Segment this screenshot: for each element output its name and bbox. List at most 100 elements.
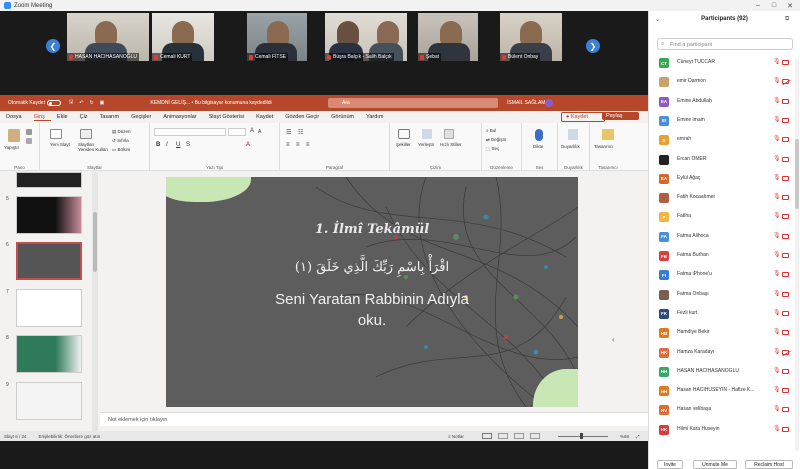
avatar[interactable] xyxy=(545,99,553,107)
underline-icon[interactable]: U xyxy=(176,142,180,148)
reclaim-host-button[interactable]: Reclaim Host xyxy=(745,460,793,469)
slide-thumbnail[interactable] xyxy=(16,289,82,327)
menu-slideshow[interactable]: Slayt Gösterisi xyxy=(209,114,250,120)
participant-row[interactable]: EA Eylül Ağaç 🎙︎ xyxy=(649,169,800,188)
autosave-toggle[interactable] xyxy=(46,100,61,106)
reuse-slides-icon[interactable] xyxy=(80,129,92,139)
slide-thumbnail[interactable] xyxy=(16,335,82,373)
select-button[interactable]: ⬚ Seç xyxy=(486,146,499,152)
participant-row[interactable]: Fatma Onbaşı 🎙︎ xyxy=(649,285,800,304)
menu-draw[interactable]: Çiz xyxy=(80,114,94,120)
align-center-icon[interactable]: ≡ xyxy=(296,142,300,148)
fit-slide-icon[interactable]: ⤢ xyxy=(636,434,640,439)
participant-row[interactable]: emir Darmon 🎙︎ xyxy=(649,72,800,91)
find-participant-input[interactable]: ⌕ Find a participant xyxy=(657,38,793,50)
minimize-icon[interactable]: – xyxy=(752,0,764,11)
participant-row[interactable]: HH Hasan HACIHÜSEYİN - Hafize K... 🎙︎ xyxy=(649,381,800,400)
section-button[interactable]: ▭ Bölüm xyxy=(112,147,130,153)
bullets-icon[interactable]: ☰ xyxy=(286,129,291,136)
prev-page-button[interactable]: ❮ xyxy=(46,39,60,53)
participant-row[interactable]: EA Emine Abdullah 🎙︎ xyxy=(649,92,800,111)
zoom-slider[interactable] xyxy=(558,435,608,437)
menu-file[interactable]: Dosya xyxy=(6,114,28,120)
align-left-icon[interactable]: ≡ xyxy=(286,142,290,148)
sensitivity-icon[interactable] xyxy=(568,129,578,140)
menu-review[interactable]: Gözden Geçir xyxy=(285,114,325,120)
quick-styles-icon[interactable] xyxy=(444,129,454,139)
video-tile[interactable]: Bülent Onbay xyxy=(500,13,562,61)
arrange-icon[interactable] xyxy=(422,129,432,139)
thumbnails-scrollbar[interactable] xyxy=(92,172,98,432)
participant-row[interactable]: FK Fezli kurt 🎙︎ xyxy=(649,304,800,323)
menu-record[interactable]: Kaydet xyxy=(256,114,279,120)
collapse-arrow-icon[interactable]: ‹ xyxy=(612,335,615,344)
slideshow-view-icon[interactable] xyxy=(530,433,540,439)
accessibility-status[interactable]: Erişilebilirlik: Önerilere göz atın xyxy=(39,434,101,439)
present-icon[interactable]: ▣ xyxy=(100,100,105,106)
shadow-icon[interactable]: S xyxy=(186,142,190,148)
participant-row[interactable]: Fatih Kocaahmet 🎙︎ xyxy=(649,188,800,207)
close-icon[interactable]: ✕ xyxy=(784,0,796,11)
layout-button[interactable]: ▤ Düzen xyxy=(112,129,131,135)
participant-row[interactable]: Eemrah 🎙︎ xyxy=(649,130,800,149)
bold-icon[interactable]: B xyxy=(156,142,160,148)
reset-button[interactable]: ↺ Sıfırla xyxy=(112,138,129,144)
participant-row[interactable]: HB Hamdiye Bekir 🎙︎ xyxy=(649,323,800,342)
next-page-button[interactable]: ❯ xyxy=(586,39,600,53)
menu-insert[interactable]: Ekle xyxy=(57,114,74,120)
font-size-select[interactable] xyxy=(228,128,246,136)
menu-transitions[interactable]: Geçişler xyxy=(131,114,157,120)
slide-thumbnail-active[interactable] xyxy=(16,242,82,280)
ppt-search-box[interactable]: Ara xyxy=(328,98,498,108)
menu-home[interactable]: Giriş xyxy=(33,114,51,121)
replace-button[interactable]: ⇄ Değiştir xyxy=(486,137,506,143)
invite-button[interactable]: Invite xyxy=(657,460,683,469)
align-right-icon[interactable]: ≡ xyxy=(306,142,310,148)
popout-icon[interactable]: ⧉ xyxy=(785,16,789,23)
participant-row[interactable]: FI Fatma iPhone'u 🎙︎ xyxy=(649,265,800,284)
shrink-font-icon[interactable]: A xyxy=(258,129,261,135)
zoom-slider-thumb[interactable] xyxy=(580,433,583,439)
participant-row[interactable]: CT Cüneyt TÜCCAR 🎙︎ xyxy=(649,53,800,72)
slide-thumbnail[interactable] xyxy=(16,196,82,234)
grow-font-icon[interactable]: A xyxy=(250,128,254,134)
menu-view[interactable]: Görünüm xyxy=(331,114,360,120)
cut-icon[interactable] xyxy=(26,129,32,135)
undo-icon[interactable]: ↶ xyxy=(79,100,83,106)
participant-row[interactable]: F Fatiha 🎙︎ xyxy=(649,207,800,226)
menu-design[interactable]: Tasarım xyxy=(100,114,126,120)
share-button[interactable]: Paylaş xyxy=(602,112,639,120)
slide-thumbnail[interactable] xyxy=(16,172,82,188)
microphone-icon[interactable] xyxy=(535,129,543,141)
video-tile[interactable]: Cemali KURT xyxy=(152,13,214,61)
font-name-select[interactable] xyxy=(154,128,226,136)
maximize-icon[interactable]: □ xyxy=(768,0,780,11)
notes-button[interactable]: ≡ Notlar xyxy=(448,434,464,439)
main-slide[interactable]: 1. İlmî Tekâmül اقْرَأْ بِاسْمِ رَبِّكَ … xyxy=(166,177,578,407)
video-tile[interactable]: Büşra Balçık - Salih Balçık xyxy=(325,13,407,61)
participant-row[interactable]: Ercan ÖMER 🎙︎ xyxy=(649,150,800,169)
unmute-me-button[interactable]: Unmute Me xyxy=(693,460,737,469)
video-tile[interactable]: Şebat xyxy=(418,13,478,61)
video-tile[interactable]: HASAN HACIHASANOĞLU xyxy=(67,13,149,61)
copy-icon[interactable] xyxy=(26,138,32,144)
paste-icon[interactable] xyxy=(8,129,20,142)
video-tile[interactable]: Cemali FİTSE xyxy=(247,13,307,61)
normal-view-icon[interactable] xyxy=(482,433,492,439)
record-button[interactable]: ● Kaydet xyxy=(561,112,605,122)
participant-row[interactable]: FB Fatma Burhan 🎙︎ xyxy=(649,246,800,265)
menu-help[interactable]: Yardım xyxy=(366,114,389,120)
menu-animations[interactable]: Animasyonlar xyxy=(163,114,202,120)
participant-row[interactable]: FA Fatma Alihoca 🎙︎ xyxy=(649,227,800,246)
participant-row[interactable]: HH HASAN HACIHASANOĞLU 🎙︎ xyxy=(649,362,800,381)
reading-view-icon[interactable] xyxy=(514,433,524,439)
participants-scrollbar[interactable] xyxy=(795,59,799,451)
participant-row[interactable]: EI Emine imam 🎙︎ xyxy=(649,111,800,130)
save-icon[interactable]: 🖫 xyxy=(69,99,73,107)
notes-pane[interactable]: Not eklemek için tıklayın xyxy=(100,412,648,426)
participant-row[interactable]: HV Hasan velibaşa 🎙︎ xyxy=(649,400,800,419)
redo-icon[interactable]: ↻ xyxy=(89,100,93,106)
new-slide-icon[interactable] xyxy=(50,129,62,139)
sorter-view-icon[interactable] xyxy=(498,433,508,439)
find-button[interactable]: ⌕ Bul xyxy=(486,128,496,133)
